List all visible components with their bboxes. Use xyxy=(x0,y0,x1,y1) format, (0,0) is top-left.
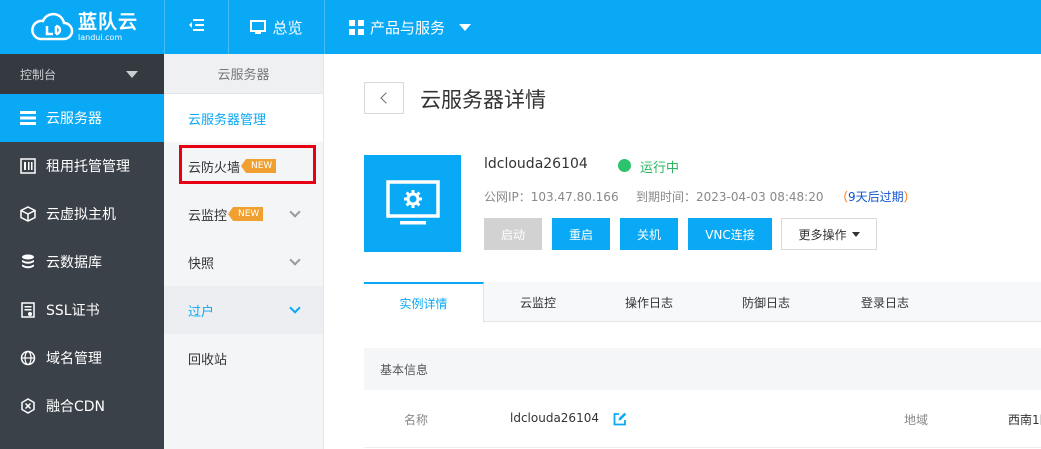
sub-sidebar-title: 云服务器 xyxy=(164,54,323,94)
shutdown-button[interactable]: 关机 xyxy=(620,218,678,250)
region-label: 地域 xyxy=(904,413,929,427)
sub-item-label: 过户 xyxy=(188,304,215,320)
tab-instance-details[interactable]: 实例详情 xyxy=(364,282,484,323)
sub-item-recycle-bin[interactable]: 回收站 xyxy=(164,334,323,382)
sub-item-label: 云服务器管理 xyxy=(188,112,267,128)
sidebar-item-label: 云虚拟主机 xyxy=(46,207,116,223)
highlight-annotation xyxy=(179,145,316,184)
expire-days: 9天后过期 xyxy=(848,190,904,204)
status-badge: 运行中 xyxy=(640,161,680,176)
expire-countdown: （9天后过期） xyxy=(836,188,916,205)
caret-down-icon xyxy=(126,70,138,78)
sidebar-item-virtual-host[interactable]: 云虚拟主机 xyxy=(0,190,164,238)
server-monitor-icon xyxy=(364,155,461,252)
sub-item-transfer[interactable]: 过户 xyxy=(164,286,323,334)
edit-icon[interactable] xyxy=(613,412,627,430)
detail-tabs: 实例详情 云监控 操作日志 防御日志 登录日志 xyxy=(364,282,1041,323)
back-button[interactable] xyxy=(364,82,404,114)
cloud-logo-icon xyxy=(30,12,74,42)
sidebar-item-hosting[interactable]: 租用托管管理 xyxy=(0,142,164,190)
menu-collapse-icon xyxy=(188,18,205,36)
sub-sidebar: 云服务器 云服务器管理 云防火墙 NEW 云监控 NEW 快照 过户 回收站 xyxy=(164,54,324,449)
name-value: ldclouda26104 xyxy=(510,411,599,425)
expire-value: 2023-04-03 08:48:20 xyxy=(696,190,824,204)
nav-products[interactable]: 产品与服务 xyxy=(324,0,500,54)
sub-item-label: 快照 xyxy=(188,256,215,272)
new-badge: NEW xyxy=(227,207,264,221)
tab-login-log[interactable]: 登录日志 xyxy=(826,282,944,322)
nav-products-label: 产品与服务 xyxy=(370,18,446,37)
sub-item-server-management[interactable]: 云服务器管理 xyxy=(164,94,323,142)
sidebar-item-label: 域名管理 xyxy=(46,351,102,367)
rack-icon xyxy=(20,158,36,174)
logo-name: 蓝队云 xyxy=(78,10,139,33)
caret-down-icon xyxy=(851,231,860,237)
paren-open: （ xyxy=(836,190,849,204)
logo-domain: landui.com xyxy=(78,32,123,42)
cdn-icon xyxy=(20,398,36,414)
expire-label: 到期时间： xyxy=(636,190,697,204)
sidebar-item-cdn[interactable]: 融合CDN xyxy=(0,382,164,430)
main-content: 云服务器详情 ldclouda26104 运行中 公网IP：103.47.80.… xyxy=(324,54,1041,449)
ip-label: 公网IP： xyxy=(484,190,531,204)
tab-defense-log[interactable]: 防御日志 xyxy=(706,282,826,322)
more-actions-button[interactable]: 更多操作 xyxy=(781,218,877,250)
name-label: 名称 xyxy=(404,413,429,427)
sidebar-item-database[interactable]: 云数据库 xyxy=(0,238,164,286)
status-dot-icon xyxy=(618,159,631,172)
grid-icon xyxy=(349,19,364,35)
ip-value: 103.47.80.166 xyxy=(530,190,619,204)
sub-item-label: 回收站 xyxy=(188,352,228,368)
sidebar: 控制台 云服务器 租用托管管理 云虚拟主机 云数据库 SSL证书 域名管理 融合… xyxy=(0,54,164,449)
caret-down-icon xyxy=(459,23,472,31)
start-button[interactable]: 启动 xyxy=(484,218,542,250)
chevron-down-icon xyxy=(289,302,301,314)
public-ip: 公网IP：103.47.80.166 xyxy=(484,188,619,205)
expire-time: 到期时间：2023-04-03 08:48:20 xyxy=(636,188,823,205)
page-title: 云服务器详情 xyxy=(420,88,546,112)
top-bar: 蓝队云 landui.com 总览 产品与服务 xyxy=(0,0,1041,54)
section-title: 基本信息 xyxy=(364,348,1041,390)
sidebar-item-domain[interactable]: 域名管理 xyxy=(0,334,164,382)
nav-overview[interactable]: 总览 xyxy=(228,0,324,54)
vnc-button[interactable]: VNC连接 xyxy=(688,218,772,250)
sub-item-label: 云监控 xyxy=(188,208,228,224)
tab-monitor[interactable]: 云监控 xyxy=(484,282,592,322)
sidebar-item-label: 云服务器 xyxy=(46,111,102,127)
logo[interactable]: 蓝队云 landui.com xyxy=(0,0,164,54)
restart-button[interactable]: 重启 xyxy=(552,218,610,250)
more-actions-label: 更多操作 xyxy=(798,227,847,242)
region-value: 西南1区 xyxy=(1008,413,1041,427)
console-selector[interactable]: 控制台 xyxy=(0,54,164,94)
chevron-down-icon xyxy=(289,254,301,266)
sidebar-item-label: 融合CDN xyxy=(46,399,106,415)
menu-toggle-button[interactable] xyxy=(164,0,228,54)
sidebar-item-label: SSL证书 xyxy=(46,303,100,319)
sub-item-monitor[interactable]: 云监控 NEW xyxy=(164,190,323,238)
sidebar-item-label: 租用托管管理 xyxy=(46,159,130,175)
globe-icon xyxy=(20,350,36,366)
tab-operation-log[interactable]: 操作日志 xyxy=(592,282,706,322)
paren-close: ） xyxy=(903,190,916,204)
server-name: ldclouda26104 xyxy=(484,156,588,172)
sidebar-item-ssl[interactable]: SSL证书 xyxy=(0,286,164,334)
nav-overview-label: 总览 xyxy=(272,18,303,37)
certificate-icon xyxy=(20,302,36,318)
sub-item-snapshot[interactable]: 快照 xyxy=(164,238,323,286)
info-row: 名称 ldclouda26104 地域 西南1区 xyxy=(364,390,1041,448)
sidebar-item-cloud-server[interactable]: 云服务器 xyxy=(0,94,164,142)
database-icon xyxy=(20,254,36,270)
monitor-icon xyxy=(250,19,267,35)
console-label: 控制台 xyxy=(20,67,57,82)
chevron-down-icon xyxy=(289,206,301,218)
cube-icon xyxy=(20,206,36,222)
server-stack-icon xyxy=(20,110,36,126)
chevron-left-icon xyxy=(379,92,392,104)
sidebar-item-label: 云数据库 xyxy=(46,255,102,271)
